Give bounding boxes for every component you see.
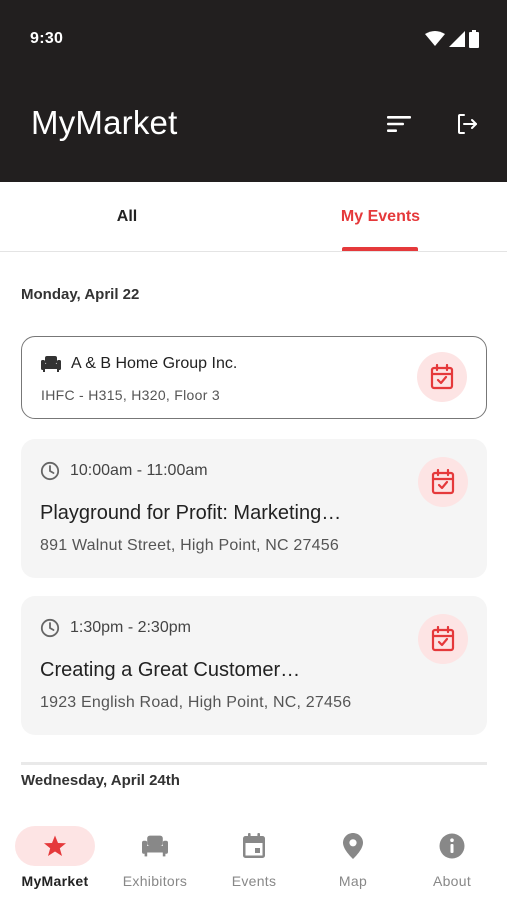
- event-time-row: 10:00am - 11:00am: [40, 461, 208, 481]
- events-list[interactable]: Monday, April 22 A & B Home Group Inc. I…: [0, 252, 507, 810]
- event-card[interactable]: 1:30pm - 2:30pm Creating a Great Custome…: [21, 596, 487, 735]
- calendar-check-button[interactable]: [417, 352, 467, 402]
- section-divider: [21, 762, 487, 765]
- nav-item-about[interactable]: About: [402, 826, 502, 896]
- tab-all[interactable]: All: [0, 182, 254, 252]
- nav-label: Map: [338, 873, 368, 889]
- armchair-icon: [41, 356, 61, 372]
- date-header: Wednesday, April 24th: [21, 772, 180, 789]
- exhibitor-card[interactable]: A & B Home Group Inc. IHFC - H315, H320,…: [21, 336, 487, 419]
- logout-button[interactable]: [452, 109, 482, 139]
- filter-button[interactable]: [384, 109, 414, 139]
- exhibitor-location: IHFC - H315, H320, Floor 3: [41, 387, 220, 403]
- nav-item-events[interactable]: Events: [204, 826, 304, 896]
- logout-icon: [458, 114, 477, 134]
- calendar-check-icon: [430, 364, 454, 390]
- nav-pill: [412, 826, 492, 866]
- info-icon: [439, 833, 465, 859]
- nav-pill: [15, 826, 95, 866]
- star-icon: [44, 835, 66, 856]
- armchair-icon: [142, 835, 168, 857]
- calendar-check-button[interactable]: [418, 457, 468, 507]
- nav-label: Events: [231, 873, 277, 889]
- clock-icon: [40, 461, 60, 481]
- calendar-icon: [243, 833, 265, 858]
- event-title: Creating a Great Customer…: [40, 659, 301, 681]
- nav-item-map[interactable]: Map: [303, 826, 403, 896]
- status-icons: [425, 30, 479, 48]
- nav-item-exhibitors[interactable]: Exhibitors: [105, 826, 205, 896]
- nav-label: About: [432, 873, 472, 889]
- event-time: 10:00am - 11:00am: [70, 462, 208, 479]
- calendar-check-icon: [431, 469, 455, 495]
- signal-icon: [449, 31, 465, 47]
- bottom-nav: MyMarket Exhibitors Events Map About: [0, 810, 507, 900]
- nav-pill: [115, 826, 195, 866]
- date-header: Monday, April 22: [21, 286, 140, 303]
- status-bar: 9:30: [0, 0, 507, 80]
- wifi-icon: [425, 31, 445, 46]
- tab-bar: All My Events: [0, 182, 507, 252]
- event-address: 891 Walnut Street, High Point, NC 27456: [40, 537, 339, 554]
- sort-icon: [387, 116, 411, 132]
- event-time-row: 1:30pm - 2:30pm: [40, 618, 191, 638]
- event-card[interactable]: 10:00am - 11:00am Playground for Profit:…: [21, 439, 487, 578]
- event-address: 1923 English Road, High Point, NC, 27456: [40, 694, 352, 711]
- nav-label: MyMarket: [21, 873, 89, 889]
- battery-icon: [469, 30, 479, 48]
- nav-item-mymarket[interactable]: MyMarket: [5, 826, 105, 896]
- nav-pill: [214, 826, 294, 866]
- tab-my-events[interactable]: My Events: [254, 182, 507, 252]
- calendar-check-icon: [431, 626, 455, 652]
- exhibitor-row: A & B Home Group Inc.: [41, 355, 237, 373]
- calendar-check-button[interactable]: [418, 614, 468, 664]
- tab-indicator: [342, 247, 418, 251]
- clock-icon: [40, 618, 60, 638]
- app-title: MyMarket: [31, 104, 178, 141]
- app-bar: MyMarket: [0, 80, 507, 182]
- nav-pill: [313, 826, 393, 866]
- event-time: 1:30pm - 2:30pm: [70, 619, 191, 636]
- exhibitor-name: A & B Home Group Inc.: [71, 355, 238, 372]
- nav-label: Exhibitors: [122, 873, 188, 889]
- event-title: Playground for Profit: Marketing…: [40, 502, 342, 524]
- status-time: 9:30: [30, 30, 64, 47]
- map-pin-icon: [343, 833, 363, 859]
